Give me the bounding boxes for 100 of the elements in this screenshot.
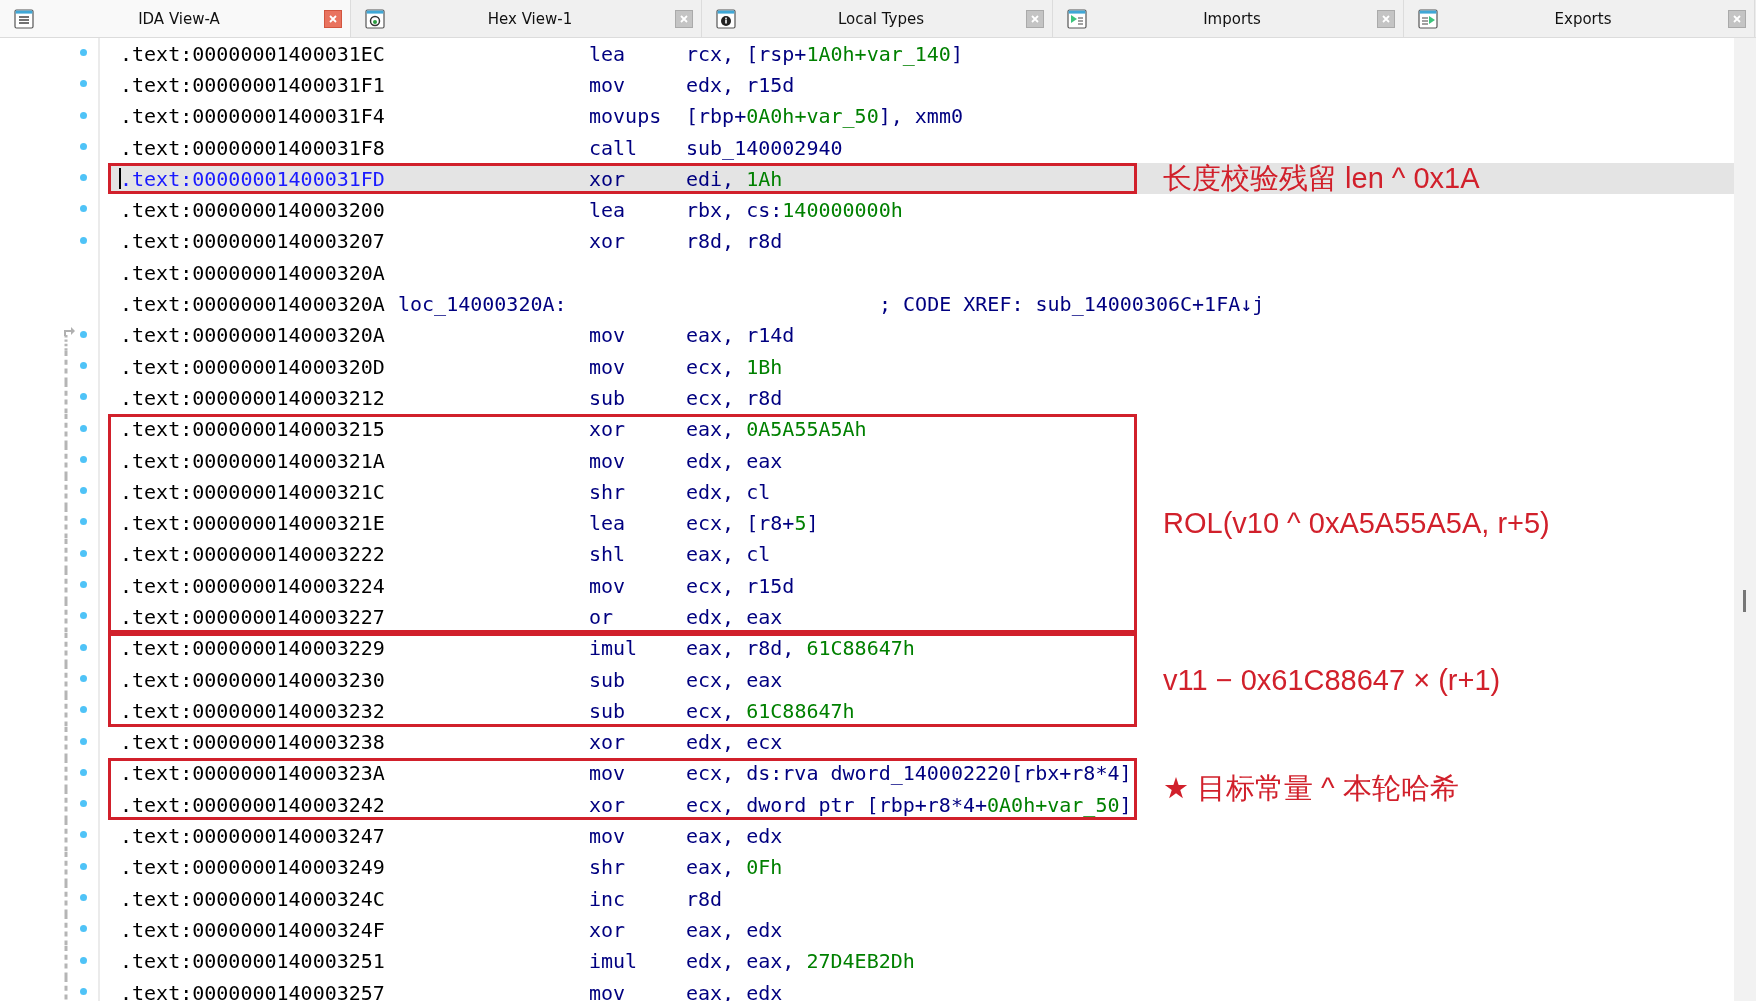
mnemonic: or	[589, 605, 615, 629]
operands: ecx, ds:rva dword_140002220[rbx+r8*4]	[686, 761, 1132, 786]
close-icon	[328, 13, 338, 24]
mnemonic: sub	[589, 667, 627, 692]
export-list-icon	[1418, 8, 1438, 29]
address: .text:0000000140003238	[120, 730, 386, 755]
mnemonic: shr	[589, 855, 627, 880]
close-icon	[1732, 13, 1742, 24]
annotation-note: 长度校验残留 len ^ 0x1A	[1163, 160, 1480, 196]
xref-comment: ; CODE XREF: sub_14000306C+1FA↓j	[879, 292, 1265, 316]
mnemonic: mov	[589, 573, 627, 598]
close-button[interactable]	[1026, 9, 1044, 28]
address: .text:000000014000321E	[120, 511, 386, 536]
eye-window-icon	[365, 8, 385, 29]
address: .text:00000001400031F8	[120, 135, 386, 160]
address: .text:0000000140003251	[120, 949, 386, 974]
mnemonic: imul	[589, 636, 639, 661]
address: .text:000000014000321A	[120, 448, 386, 473]
operands: eax, edx	[686, 917, 783, 942]
mnemonic: xor	[589, 229, 627, 254]
code-label[interactable]: loc_14000320A:	[398, 292, 879, 316]
scroll-thumb[interactable]	[1743, 590, 1746, 612]
address: .text:0000000140003224	[120, 573, 386, 598]
address: .text:000000014000321C	[120, 479, 386, 504]
tab[interactable]: Imports	[1053, 0, 1404, 37]
operands: eax, 0Fh	[686, 855, 783, 880]
mnemonic: sub	[589, 698, 627, 723]
mnemonic: shr	[589, 479, 627, 504]
operands: [rbp+0A0h+var_50], xmm0	[686, 104, 963, 129]
close-button[interactable]	[324, 9, 342, 28]
mnemonic: xor	[589, 730, 627, 755]
address: .text:00000001400031F4	[120, 104, 386, 129]
mnemonic: lea	[589, 511, 627, 536]
address: .text:000000014000320D	[120, 354, 386, 379]
tab[interactable]: Local Types	[702, 0, 1053, 37]
mnemonic: xor	[589, 792, 627, 817]
address: .text:0000000140003242	[120, 792, 386, 817]
tab[interactable]: Exports	[1404, 0, 1755, 37]
operands: r8d	[686, 886, 723, 911]
close-icon	[1030, 13, 1040, 24]
tab[interactable]: IDA View-A	[0, 0, 351, 37]
operands: edx, eax	[686, 605, 783, 629]
operands: edx, r15d	[686, 72, 795, 97]
operands: eax, cl	[686, 542, 771, 567]
address: .text:0000000140003200	[120, 198, 386, 223]
scrollbar[interactable]	[1734, 38, 1756, 1001]
operands: ecx, [r8+5]	[686, 511, 819, 536]
operands: rcx, [rsp+1A0h+var_140]	[686, 41, 963, 66]
mnemonic: lea	[589, 198, 627, 223]
mnemonic: shl	[589, 542, 627, 567]
mnemonic: mov	[589, 72, 627, 97]
address: .text:0000000140003212	[120, 385, 386, 410]
address: .text:0000000140003247	[120, 824, 386, 849]
address: .text:0000000140003232	[120, 698, 386, 723]
address: .text:0000000140003249	[120, 855, 386, 880]
mnemonic: mov	[589, 323, 627, 348]
close-icon	[1381, 13, 1391, 24]
operands: ecx, dword ptr [rbp+r8*4+0A0h+var_50]	[686, 792, 1132, 817]
address: .text:000000014000320A	[120, 323, 386, 348]
annotation-note: ROL(v10 ^ 0xA5A55A5A, r+5)	[1163, 506, 1550, 540]
operands: edx, eax, 27D4EB2Dh	[686, 949, 915, 974]
operands: ecx, 61C88647h	[686, 698, 855, 723]
operands: ecx, r8d	[686, 385, 783, 410]
mnemonic: sub	[589, 385, 627, 410]
mnemonic: mov	[589, 761, 627, 786]
operands: sub_140002940	[686, 135, 843, 160]
operands: edx, cl	[686, 479, 771, 504]
mnemonic: lea	[589, 41, 627, 66]
operands: ecx, 1Bh	[686, 354, 783, 379]
address: .text:0000000140003227	[120, 605, 386, 629]
operands: ecx, eax	[686, 667, 783, 692]
address: .text:0000000140003257	[120, 980, 386, 1001]
operands: eax, 0A5A55A5Ah	[686, 417, 867, 442]
mnemonic: mov	[589, 448, 627, 473]
text-cursor	[119, 168, 121, 190]
address: .text:00000001400031FD	[120, 166, 386, 191]
mnemonic: xor	[589, 166, 627, 191]
mnemonic: movups	[589, 104, 663, 129]
mnemonic: xor	[589, 917, 627, 942]
mnemonic: mov	[589, 980, 627, 1001]
mnemonic: call	[589, 135, 639, 160]
mnemonic: inc	[589, 886, 627, 911]
operands: ecx, r15d	[686, 573, 795, 598]
operands: r8d, r8d	[686, 229, 783, 254]
operands: eax, r8d, 61C88647h	[686, 636, 915, 661]
import-list-icon	[1067, 8, 1087, 29]
close-button[interactable]	[675, 9, 693, 28]
address: .text:000000014000320A	[120, 292, 386, 316]
operands: edi, 1Ah	[686, 166, 783, 191]
address: .text:0000000140003229	[120, 636, 386, 661]
close-button[interactable]	[1728, 9, 1746, 28]
list-window-icon	[14, 8, 34, 29]
mnemonic: xor	[589, 417, 627, 442]
address: .text:000000014000324F	[120, 917, 386, 942]
close-icon	[679, 13, 689, 24]
tab[interactable]: Hex View-1	[351, 0, 702, 37]
address: .text:0000000140003222	[120, 542, 386, 567]
operands: eax, r14d	[686, 323, 795, 348]
address: .text:00000001400031EC	[120, 41, 386, 66]
close-button[interactable]	[1377, 9, 1395, 28]
